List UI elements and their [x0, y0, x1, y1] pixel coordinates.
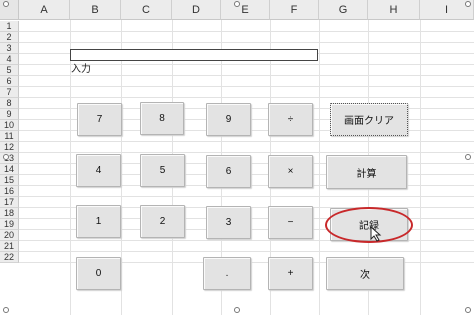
- calculate-button[interactable]: 計算: [326, 155, 407, 189]
- row-header-18[interactable]: 18: [0, 208, 19, 219]
- column-header-c[interactable]: C: [121, 0, 172, 20]
- next-button[interactable]: 次: [326, 257, 404, 290]
- mouse-pointer-icon: [370, 226, 382, 242]
- grid-line: [19, 42, 474, 43]
- row-header-1[interactable]: 1: [0, 21, 19, 32]
- column-header-g[interactable]: G: [319, 0, 368, 20]
- clear-screen-button[interactable]: 画面クリア: [330, 103, 408, 136]
- row-header-8[interactable]: 8: [0, 98, 19, 109]
- row-header-19[interactable]: 19: [0, 219, 19, 230]
- row-header-20[interactable]: 20: [0, 230, 19, 241]
- column-header-e[interactable]: E: [221, 0, 270, 20]
- button-8[interactable]: 8: [140, 102, 184, 135]
- input-field[interactable]: [70, 49, 318, 61]
- button-2[interactable]: 2: [140, 205, 185, 238]
- row-header-14[interactable]: 14: [0, 164, 19, 175]
- minus-button[interactable]: −: [268, 206, 313, 239]
- resize-handle[interactable]: [465, 1, 471, 7]
- button-4[interactable]: 4: [76, 154, 121, 187]
- row-header-16[interactable]: 16: [0, 186, 19, 197]
- row-header-4[interactable]: 4: [0, 54, 19, 65]
- decimal-point-button[interactable]: .: [203, 257, 251, 290]
- column-header-h[interactable]: H: [368, 0, 420, 20]
- column-header-b[interactable]: B: [70, 0, 121, 20]
- column-header-d[interactable]: D: [172, 0, 221, 20]
- grid-line: [19, 97, 474, 98]
- row-header-2[interactable]: 2: [0, 32, 19, 43]
- grid-line: [19, 75, 474, 76]
- resize-handle[interactable]: [3, 1, 9, 7]
- column-header-a[interactable]: A: [19, 0, 70, 20]
- button-7[interactable]: 7: [77, 103, 122, 136]
- grid-line: [19, 251, 474, 252]
- button-9[interactable]: 9: [206, 103, 251, 136]
- resize-handle[interactable]: [3, 307, 9, 313]
- grid-line: [19, 141, 474, 142]
- button-6[interactable]: 6: [206, 155, 251, 188]
- plus-button[interactable]: +: [268, 257, 313, 290]
- row-header-12[interactable]: 12: [0, 142, 19, 153]
- resize-handle[interactable]: [3, 154, 9, 160]
- resize-handle[interactable]: [465, 154, 471, 160]
- row-header-11[interactable]: 11: [0, 131, 19, 142]
- grid-line: [19, 86, 474, 87]
- divide-button[interactable]: ÷: [268, 103, 313, 136]
- row-header-17[interactable]: 17: [0, 197, 19, 208]
- button-5[interactable]: 5: [140, 154, 185, 187]
- row-header-9[interactable]: 9: [0, 109, 19, 120]
- record-button[interactable]: 記録: [330, 208, 408, 241]
- row-header-22[interactable]: 22: [0, 252, 19, 263]
- button-3[interactable]: 3: [206, 206, 251, 239]
- grid-line: [19, 196, 474, 197]
- column-header-f[interactable]: F: [270, 0, 319, 20]
- row-header-15[interactable]: 15: [0, 175, 19, 186]
- resize-handle[interactable]: [465, 307, 471, 313]
- resize-handle[interactable]: [234, 307, 240, 313]
- input-label: 入力: [71, 64, 91, 75]
- grid-line: [19, 31, 474, 32]
- row-header-5[interactable]: 5: [0, 65, 19, 76]
- multiply-button[interactable]: ×: [268, 155, 313, 188]
- row-header-7[interactable]: 7: [0, 87, 19, 98]
- row-header-21[interactable]: 21: [0, 241, 19, 252]
- resize-handle[interactable]: [234, 1, 240, 7]
- button-1[interactable]: 1: [76, 205, 121, 238]
- button-0[interactable]: 0: [76, 257, 121, 290]
- row-header-10[interactable]: 10: [0, 120, 19, 131]
- row-header-6[interactable]: 6: [0, 76, 19, 87]
- row-header-3[interactable]: 3: [0, 43, 19, 54]
- grid-line: [19, 152, 474, 153]
